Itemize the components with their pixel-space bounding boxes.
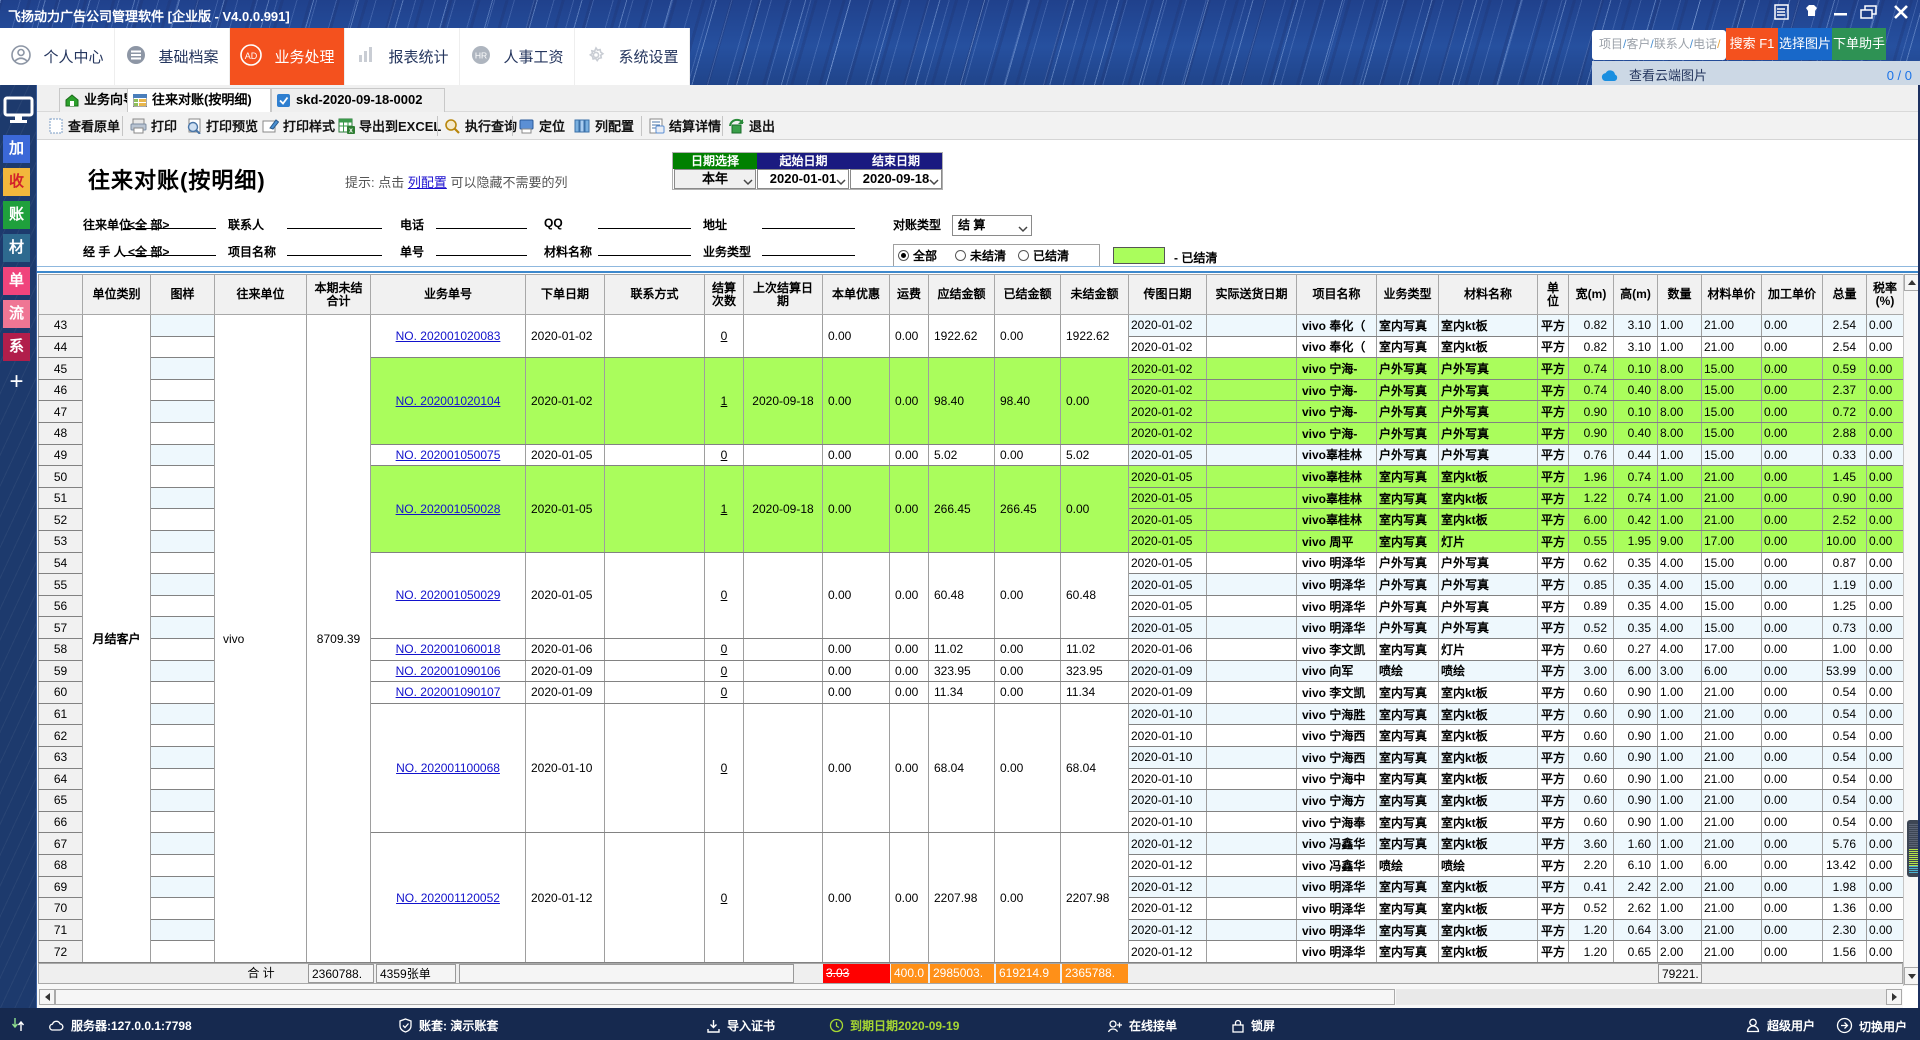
svg-text:HR: HR: [475, 50, 487, 60]
svg-text:x: x: [349, 127, 353, 134]
svg-text:AD: AD: [245, 51, 258, 61]
